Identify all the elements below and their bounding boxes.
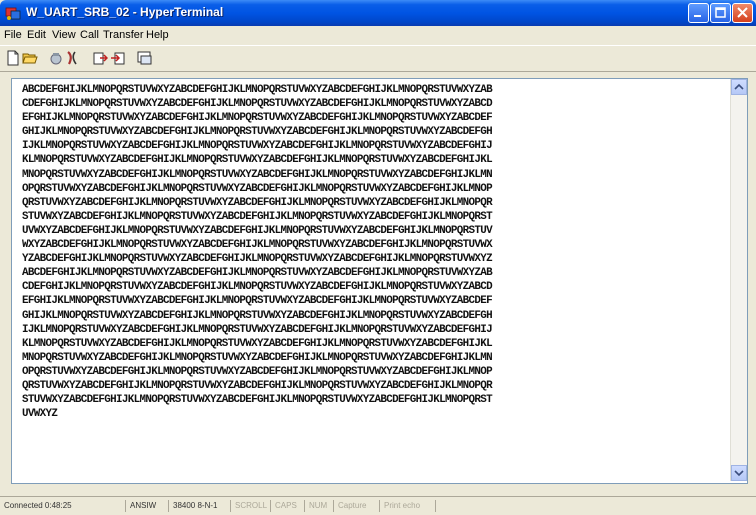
terminal-line: STUVWXYZABCDEFGHIJKLMNOPQRSTUVWXYZABCDEF… [22, 210, 493, 223]
terminal-line: UVWXYZABCDEFGHIJKLMNOPQRSTUVWXYZABCDEFGH… [22, 224, 493, 237]
maximize-button[interactable] [710, 3, 731, 23]
send-icon[interactable] [92, 50, 108, 66]
toolbar [0, 45, 756, 72]
scroll-down-button[interactable] [731, 465, 747, 481]
status-connected: Connected 0:48:25 [0, 500, 126, 512]
terminal-line: CDEFGHIJKLMNOPQRSTUVWXYZABCDEFGHIJKLMNOP… [22, 98, 493, 111]
minimize-icon [694, 15, 701, 17]
terminal-output[interactable]: ABCDEFGHIJKLMNOPQRSTUVWXYZABCDEFGHIJKLMN… [22, 83, 727, 479]
call-icon[interactable] [48, 50, 64, 66]
menu-bar: File Edit View Call Transfer Help [0, 27, 756, 44]
terminal-line: KLMNOPQRSTUVWXYZABCDEFGHIJKLMNOPQRSTUVWX… [22, 337, 493, 350]
hyperterminal-window: W_UART_SRB_02 - HyperTerminal File Edit … [0, 0, 756, 514]
open-icon[interactable] [22, 50, 38, 66]
terminal-line: OPQRSTUVWXYZABCDEFGHIJKLMNOPQRSTUVWXYZAB… [22, 182, 493, 195]
terminal-line: MNOPQRSTUVWXYZABCDEFGHIJKLMNOPQRSTUVWXYZ… [22, 168, 493, 181]
arrow-up-icon [734, 83, 744, 90]
terminal-line: UVWXYZ [22, 408, 58, 421]
status-scroll: SCROLL [231, 500, 271, 512]
terminal-line: MNOPQRSTUVWXYZABCDEFGHIJKLMNOPQRSTUVWXYZ… [22, 351, 493, 364]
arrow-down-icon [734, 470, 744, 477]
minimize-button[interactable] [688, 3, 709, 23]
terminal-line: QRSTUVWXYZABCDEFGHIJKLMNOPQRSTUVWXYZABCD… [22, 379, 493, 392]
menu-edit[interactable]: Edit [27, 29, 46, 41]
status-num: NUM [305, 500, 334, 512]
status-caps: CAPS [271, 500, 305, 512]
disconnect-icon[interactable] [64, 50, 80, 66]
title-bar[interactable]: W_UART_SRB_02 - HyperTerminal [0, 0, 756, 26]
status-capture: Capture [334, 500, 380, 512]
terminal-line: ABCDEFGHIJKLMNOPQRSTUVWXYZABCDEFGHIJKLMN… [22, 267, 493, 280]
status-port-settings: 38400 8-N-1 [169, 500, 231, 512]
status-bar: Connected 0:48:25 ANSIW 38400 8-N-1 SCRO… [0, 496, 756, 515]
vertical-scrollbar[interactable] [730, 79, 747, 481]
terminal-line: STUVWXYZABCDEFGHIJKLMNOPQRSTUVWXYZABCDEF… [22, 394, 493, 407]
terminal-line: ABCDEFGHIJKLMNOPQRSTUVWXYZABCDEFGHIJKLMN… [22, 84, 493, 96]
terminal-window[interactable]: ABCDEFGHIJKLMNOPQRSTUVWXYZABCDEFGHIJKLMN… [11, 78, 748, 484]
hyperterminal-app-icon[interactable] [5, 5, 21, 21]
receive-icon[interactable] [110, 50, 126, 66]
menu-transfer[interactable]: Transfer [103, 29, 144, 41]
terminal-line: IJKLMNOPQRSTUVWXYZABCDEFGHIJKLMNOPQRSTUV… [22, 140, 493, 153]
terminal-line: OPQRSTUVWXYZABCDEFGHIJKLMNOPQRSTUVWXYZAB… [22, 365, 493, 378]
close-icon [737, 7, 748, 18]
terminal-line: CDEFGHIJKLMNOPQRSTUVWXYZABCDEFGHIJKLMNOP… [22, 281, 493, 294]
close-button[interactable] [732, 3, 753, 23]
menu-help[interactable]: Help [146, 29, 169, 41]
properties-icon[interactable] [137, 50, 153, 66]
terminal-line: EFGHIJKLMNOPQRSTUVWXYZABCDEFGHIJKLMNOPQR… [22, 112, 493, 125]
terminal-line: GHIJKLMNOPQRSTUVWXYZABCDEFGHIJKLMNOPQRST… [22, 309, 493, 322]
terminal-line: YZABCDEFGHIJKLMNOPQRSTUVWXYZABCDEFGHIJKL… [22, 253, 493, 266]
status-emulation: ANSIW [126, 500, 169, 512]
status-print-echo: Print echo [380, 500, 436, 512]
menu-view[interactable]: View [52, 29, 76, 41]
new-icon[interactable] [5, 50, 21, 66]
maximize-icon [715, 7, 726, 18]
terminal-line: EFGHIJKLMNOPQRSTUVWXYZABCDEFGHIJKLMNOPQR… [22, 295, 493, 308]
terminal-line: WXYZABCDEFGHIJKLMNOPQRSTUVWXYZABCDEFGHIJ… [22, 239, 493, 252]
menu-call[interactable]: Call [80, 29, 99, 41]
window-title: W_UART_SRB_02 - HyperTerminal [26, 5, 224, 19]
terminal-line: IJKLMNOPQRSTUVWXYZABCDEFGHIJKLMNOPQRSTUV… [22, 323, 493, 336]
menu-file[interactable]: File [4, 29, 22, 41]
terminal-line: KLMNOPQRSTUVWXYZABCDEFGHIJKLMNOPQRSTUVWX… [22, 154, 493, 167]
scroll-up-button[interactable] [731, 79, 747, 95]
terminal-line: QRSTUVWXYZABCDEFGHIJKLMNOPQRSTUVWXYZABCD… [22, 196, 493, 209]
terminal-line: GHIJKLMNOPQRSTUVWXYZABCDEFGHIJKLMNOPQRST… [22, 126, 493, 139]
